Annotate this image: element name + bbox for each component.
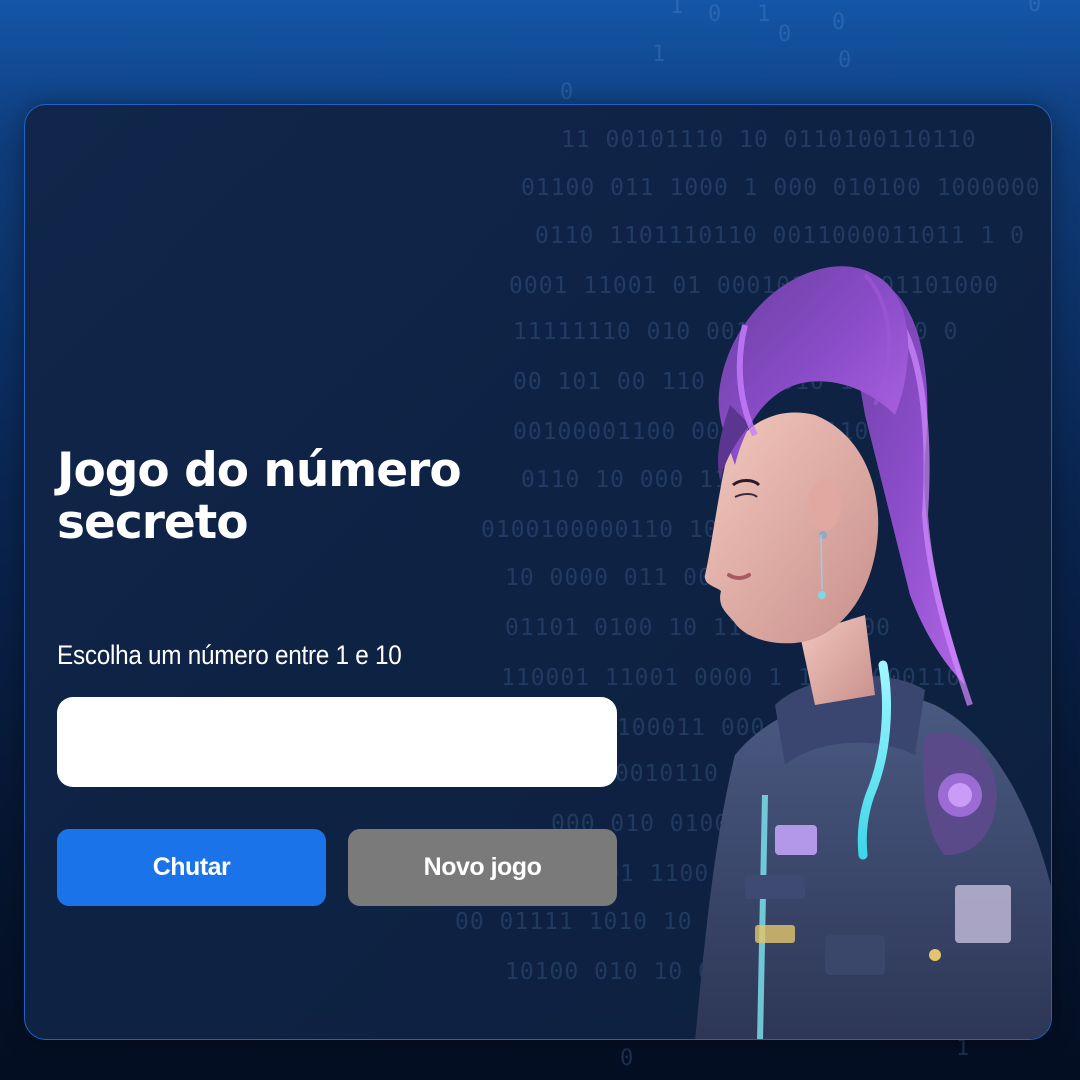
game-panel: Jogo do número secreto Escolha um número… <box>57 443 619 907</box>
button-group: Chutar Novo jogo <box>57 829 617 907</box>
instruction-text: Escolha um número entre 1 e 10 <box>57 640 402 671</box>
new-game-button[interactable]: Novo jogo <box>348 829 617 907</box>
game-card: 11 00101110 10 0110100110110 01100 011 1… <box>24 104 1052 1040</box>
astronaut-girl-illustration <box>695 266 1051 1039</box>
page-title: Jogo do número secreto <box>57 443 462 550</box>
guess-button[interactable]: Chutar <box>57 829 326 907</box>
number-input[interactable] <box>57 697 617 788</box>
